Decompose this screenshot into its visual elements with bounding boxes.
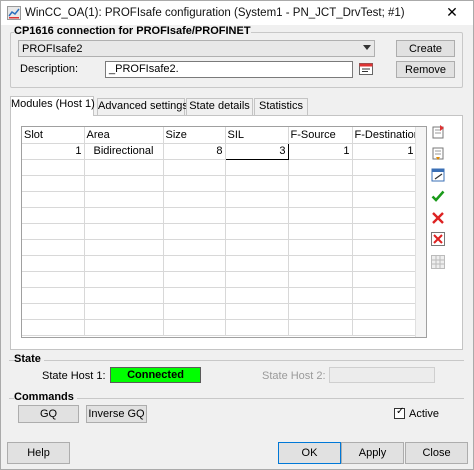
column-header-slot[interactable]: Slot — [22, 127, 85, 144]
table-row[interactable] — [22, 159, 417, 176]
column-header-sil[interactable]: SIL — [225, 127, 289, 144]
cell-size[interactable]: 8 — [163, 143, 226, 160]
window-title: WinCC_OA(1): PROFIsafe configuration (Sy… — [25, 7, 405, 19]
window-close-button[interactable]: ✕ — [431, 1, 473, 26]
gq-button[interactable]: GQ — [18, 405, 79, 423]
table-row[interactable] — [22, 239, 417, 256]
insert-row-icon[interactable] — [431, 125, 445, 139]
table-row[interactable] — [22, 271, 417, 288]
state-host2-indicator — [329, 367, 435, 383]
inverse-gq-button[interactable]: Inverse GQ — [86, 405, 147, 423]
connection-select[interactable]: PROFIsafe2 — [18, 40, 375, 57]
edit-icon[interactable] — [431, 168, 445, 182]
state-group-title: State — [14, 353, 44, 365]
remove-button[interactable]: Remove — [396, 61, 455, 78]
modules-tab-panel: Slot Area Size SIL F-Source F-Destinatio… — [10, 115, 463, 350]
ok-button[interactable]: OK — [278, 442, 341, 464]
create-button[interactable]: Create — [396, 40, 455, 57]
tab-state-details[interactable]: State details — [186, 98, 253, 115]
table-row[interactable] — [22, 319, 417, 336]
table-row[interactable] — [22, 287, 417, 304]
append-row-icon[interactable] — [431, 147, 445, 161]
close-icon: ✕ — [446, 5, 458, 21]
table-scrollbar[interactable] — [415, 127, 426, 337]
wincc-app-icon — [7, 6, 21, 20]
tab-advanced-settings[interactable]: Advanced settings — [97, 98, 188, 115]
state-group-separator — [9, 360, 464, 361]
column-header-size[interactable]: Size — [163, 127, 226, 144]
connection-select-value: PROFIsafe2 — [22, 43, 83, 55]
cell-f-destination[interactable]: 1 — [352, 143, 417, 160]
state-host1-label: State Host 1: — [42, 370, 106, 382]
table-row[interactable]: 1 Bidirectional 8 3 1 1 — [22, 142, 417, 160]
title-bar: WinCC_OA(1): PROFIsafe configuration (Sy… — [0, 0, 474, 25]
cell-area[interactable]: Bidirectional — [84, 143, 164, 160]
table-row[interactable] — [22, 255, 417, 272]
delete-all-icon[interactable] — [431, 232, 445, 246]
apply-button[interactable]: Apply — [341, 442, 404, 464]
text-editor-icon[interactable] — [359, 62, 373, 76]
table-row[interactable] — [22, 175, 417, 192]
tab-statistics[interactable]: Statistics — [254, 98, 308, 115]
delete-icon[interactable] — [431, 211, 445, 225]
table-row[interactable] — [22, 303, 417, 320]
table-row[interactable] — [22, 207, 417, 224]
commands-group-title: Commands — [14, 391, 77, 403]
table-header-row: Slot Area Size SIL F-Source F-Destinatio… — [22, 127, 417, 144]
column-header-area[interactable]: Area — [84, 127, 164, 144]
grid-disabled-icon — [431, 255, 445, 269]
table-row[interactable] — [22, 191, 417, 208]
tab-modules-host1[interactable]: Modules (Host 1) — [10, 96, 95, 116]
checkmark-icon[interactable] — [431, 189, 445, 203]
table-row[interactable] — [22, 223, 417, 240]
description-field[interactable]: _PROFIsafe2. — [105, 61, 353, 78]
chevron-down-icon — [363, 45, 371, 50]
help-button[interactable]: Help — [7, 442, 70, 464]
description-label: Description: — [20, 63, 79, 75]
active-checkbox[interactable]: ✓ — [394, 406, 405, 419]
modules-table[interactable]: Slot Area Size SIL F-Source F-Destinatio… — [21, 126, 427, 338]
cell-f-source[interactable]: 1 — [288, 143, 353, 160]
column-header-f-source[interactable]: F-Source — [288, 127, 353, 144]
connection-group-title: CP1616 connection for PROFIsafe/PROFINET — [14, 25, 251, 37]
state-host1-indicator: Connected — [110, 367, 201, 383]
close-button[interactable]: Close — [405, 442, 468, 464]
commands-group-separator — [9, 398, 464, 399]
state-host2-label: State Host 2: — [262, 370, 326, 382]
cell-sil[interactable]: 3 — [224, 142, 289, 160]
cell-slot[interactable]: 1 — [22, 143, 85, 160]
checkmark-icon: ✓ — [396, 406, 405, 417]
active-checkbox-label: Active — [409, 408, 439, 420]
column-header-f-destination[interactable]: F-Destination — [352, 127, 417, 144]
